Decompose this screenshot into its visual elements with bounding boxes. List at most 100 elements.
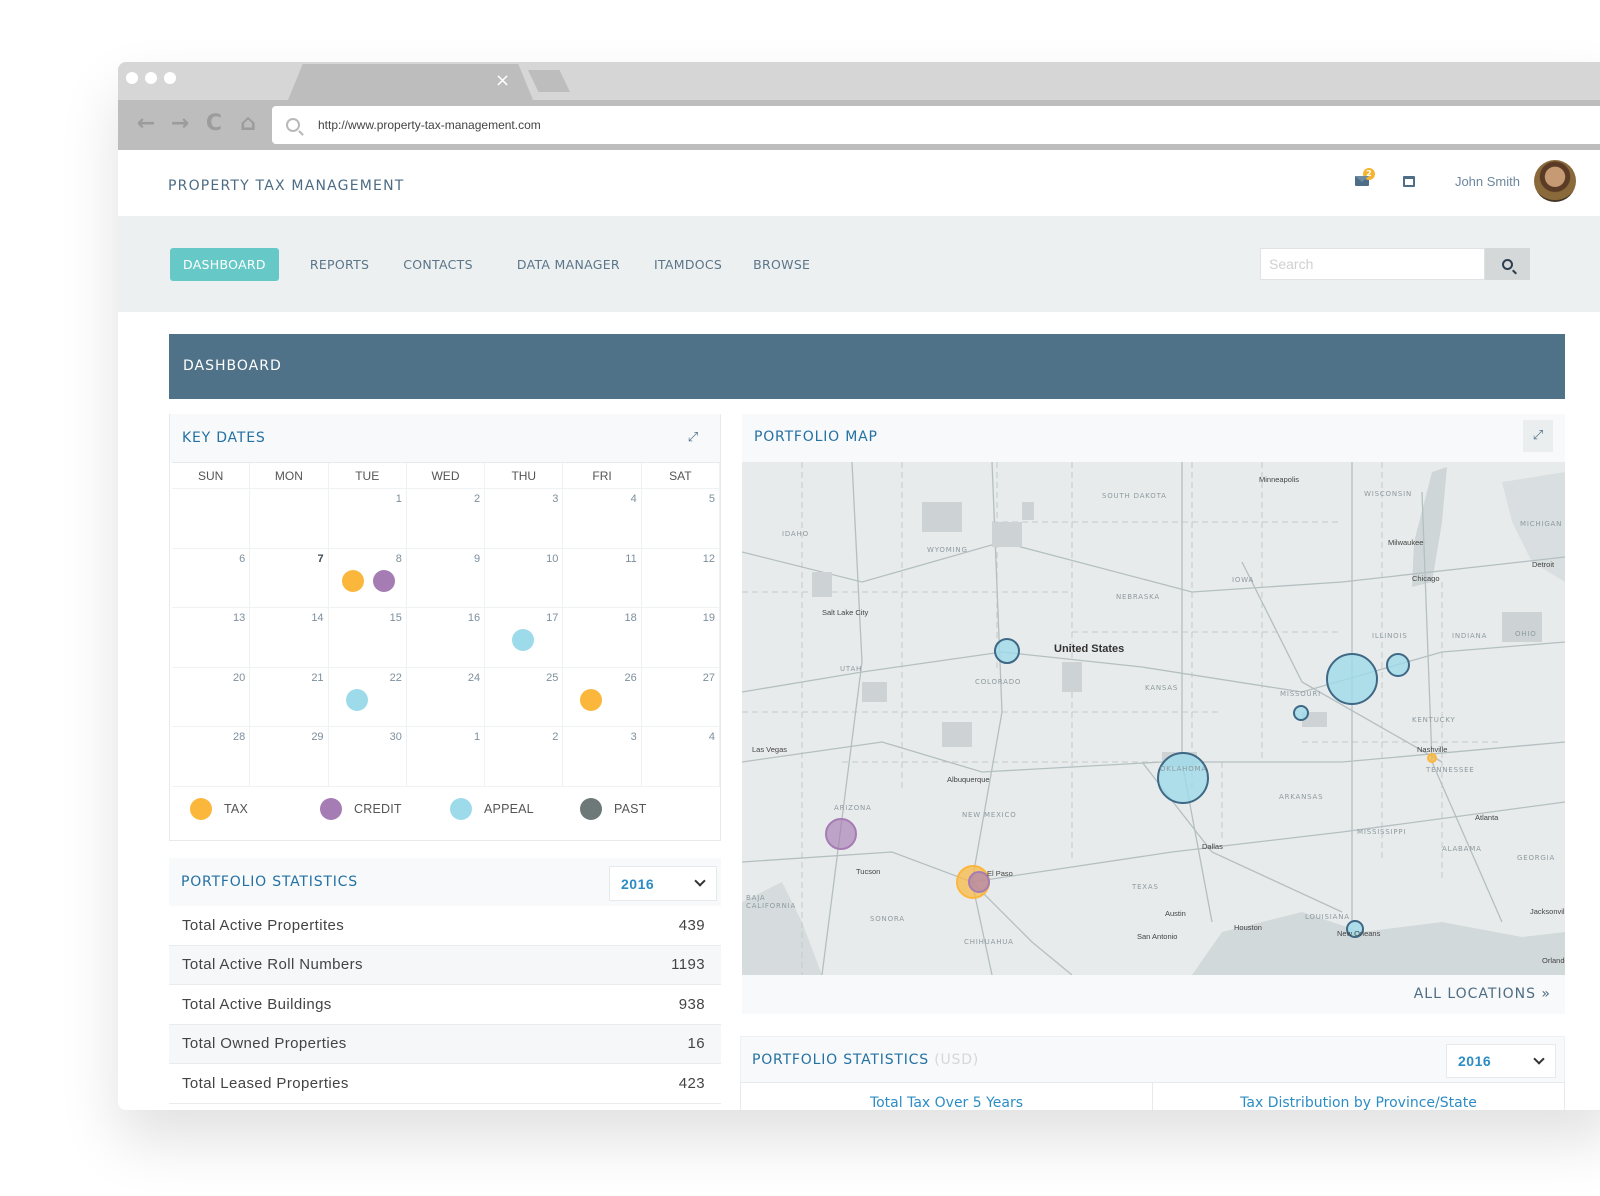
calendar-day[interactable]: 14 xyxy=(250,608,329,668)
map-label-state: MISSISSIPPI xyxy=(1357,828,1407,836)
nav-dashboard[interactable]: DASHBOARD xyxy=(170,248,279,281)
app-header: PROPERTY TAX MANAGEMENT 2 John Smith xyxy=(118,150,1600,216)
event-dot-appeal[interactable] xyxy=(345,688,368,711)
calendar-day[interactable]: 16 xyxy=(406,608,486,668)
stats-row: Total Active Buildings 938 xyxy=(169,985,721,1025)
map-marker-credit[interactable] xyxy=(968,871,990,893)
calendar-day[interactable] xyxy=(172,489,251,549)
mail-badge: 2 xyxy=(1362,168,1375,180)
legend-item-credit: CREDIT xyxy=(320,798,450,820)
day-number: 19 xyxy=(702,612,715,624)
calendar-weekdays: SUN MON TUE WED THU FRI SAT xyxy=(172,462,720,489)
calendar-day[interactable]: 1 xyxy=(328,489,407,549)
legend-label: APPEAL xyxy=(484,802,534,816)
calendar-day[interactable]: 3 xyxy=(563,727,642,787)
calendar-day[interactable]: 7 xyxy=(250,548,329,608)
nav-contacts[interactable]: CONTACTS xyxy=(403,257,473,272)
calendar-day[interactable]: 4 xyxy=(563,489,642,549)
calendar-day[interactable]: 17 xyxy=(485,608,564,668)
avatar[interactable] xyxy=(1534,160,1576,202)
map-marker-appeal[interactable] xyxy=(994,638,1020,664)
calendar-day[interactable]: 24 xyxy=(406,667,486,727)
search-input[interactable] xyxy=(1260,248,1485,280)
user-name[interactable]: John Smith xyxy=(1455,174,1520,189)
map-marker-appeal[interactable] xyxy=(1386,653,1410,677)
calendar-icon[interactable] xyxy=(1402,175,1415,187)
map-label-state: IDAHO xyxy=(782,530,809,538)
nav-browse[interactable]: BROWSE xyxy=(753,257,810,272)
page-title-banner: DASHBOARD xyxy=(169,334,1565,399)
expand-icon[interactable]: ⤢ xyxy=(686,431,700,445)
tab-close-icon[interactable]: × xyxy=(495,70,510,91)
calendar-day[interactable]: 10 xyxy=(485,548,564,608)
map-label-city: Jacksonville xyxy=(1530,907,1565,916)
map-label-state: OHIO xyxy=(1515,630,1537,638)
calendar-day[interactable]: 3 xyxy=(485,489,564,549)
calendar-day[interactable]: 22 xyxy=(328,667,407,727)
map-label-state: ILLINOIS xyxy=(1372,632,1408,640)
map-label-state: ARIZONA xyxy=(834,804,872,812)
calendar-day[interactable]: 27 xyxy=(641,667,720,727)
all-locations-link[interactable]: ALL LOCATIONS » xyxy=(1414,986,1551,1002)
event-dot-tax[interactable] xyxy=(341,569,364,592)
close-window-dot[interactable] xyxy=(126,72,138,84)
map-label-state: NEW MEXICO xyxy=(962,811,1017,819)
url-field[interactable]: http://www.property-tax-management.com xyxy=(272,106,1600,144)
map-expand-button[interactable]: ⤢ xyxy=(1523,420,1553,452)
day-number: 9 xyxy=(474,552,481,565)
calendar-day[interactable]: 28 xyxy=(172,727,251,787)
calendar-day[interactable]: 18 xyxy=(563,608,642,668)
minimize-window-dot[interactable] xyxy=(145,72,157,84)
map-label-state: WYOMING xyxy=(927,546,968,554)
map-label-state: OKLAHOMA xyxy=(1160,765,1207,773)
event-dot-tax[interactable] xyxy=(580,688,603,711)
home-icon[interactable]: ⌂ xyxy=(238,112,258,136)
calendar-day[interactable]: 21 xyxy=(250,667,329,727)
calendar-day[interactable]: 2 xyxy=(406,489,486,549)
map-marker-appeal[interactable] xyxy=(1293,705,1309,721)
event-dot-credit[interactable] xyxy=(372,569,395,592)
map-marker-tax[interactable] xyxy=(1427,753,1437,763)
stats-table: Total Active Propertites 439 Total Active … xyxy=(169,906,721,1104)
map-marker-appeal[interactable] xyxy=(1326,653,1378,705)
calendar-day[interactable]: 19 xyxy=(641,608,720,668)
year-select[interactable]: 2016 xyxy=(1446,1044,1556,1078)
map-marker-credit[interactable] xyxy=(825,818,857,850)
mail-icon[interactable]: 2 xyxy=(1354,168,1375,186)
event-dot-appeal[interactable] xyxy=(512,629,535,651)
calendar-day[interactable]: 8 xyxy=(328,548,407,608)
calendar-day[interactable]: 4 xyxy=(641,727,720,787)
maximize-window-dot[interactable] xyxy=(164,72,176,84)
calendar-day[interactable]: 12 xyxy=(641,548,720,608)
brand-title[interactable]: PROPERTY TAX MANAGEMENT xyxy=(168,178,405,194)
calendar-day[interactable] xyxy=(250,489,329,549)
back-icon[interactable]: ← xyxy=(136,112,156,136)
calendar-day[interactable]: 6 xyxy=(172,548,251,608)
calendar-day[interactable]: 13 xyxy=(172,608,251,668)
new-tab-button[interactable] xyxy=(528,70,570,92)
day-number: 26 xyxy=(624,671,637,684)
calendar-day[interactable]: 11 xyxy=(563,548,642,608)
map-marker-appeal[interactable] xyxy=(1157,752,1209,804)
stats-label: Total Owned Properties xyxy=(182,1035,347,1053)
calendar-day[interactable]: 9 xyxy=(406,548,486,608)
nav-data-manager[interactable]: DATA MANAGER xyxy=(517,257,620,272)
calendar-day[interactable]: 26 xyxy=(563,667,642,727)
calendar-day[interactable]: 15 xyxy=(328,608,407,668)
search-button[interactable] xyxy=(1485,248,1530,280)
main-nav: DASHBOARD REPORTS CONTACTS DATA MANAGER … xyxy=(118,216,1600,312)
calendar-day[interactable]: 5 xyxy=(641,489,720,549)
calendar-day[interactable]: 25 xyxy=(485,667,564,727)
calendar-day[interactable]: 29 xyxy=(250,727,329,787)
reload-icon[interactable]: C xyxy=(204,112,224,136)
year-select[interactable]: 2016 xyxy=(609,866,717,901)
calendar-day[interactable]: 30 xyxy=(328,727,407,787)
nav-reports[interactable]: REPORTS xyxy=(310,257,369,272)
calendar-day[interactable]: 1 xyxy=(406,727,486,787)
forward-icon[interactable]: → xyxy=(170,112,190,136)
url-text[interactable]: http://www.property-tax-management.com xyxy=(318,118,541,132)
calendar-day[interactable]: 2 xyxy=(485,727,564,787)
calendar-day[interactable]: 20 xyxy=(172,667,251,727)
map[interactable]: SOUTH DAKOTA WYOMING IDAHO NEBRASKA IOWA… xyxy=(742,462,1565,975)
nav-itamdocs[interactable]: ITAMDOCS xyxy=(654,257,722,272)
